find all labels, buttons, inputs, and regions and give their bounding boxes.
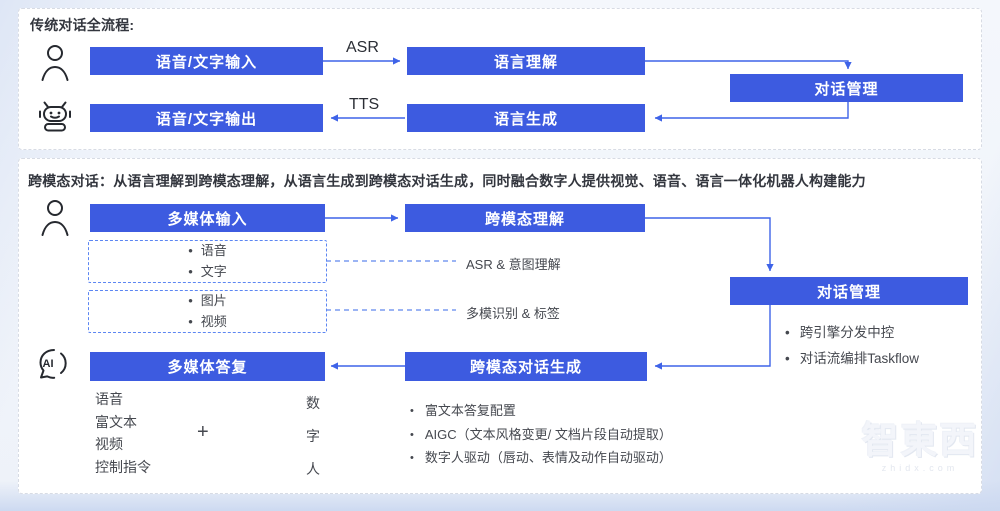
box-crossmodal-generation: 跨模态对话生成 — [405, 352, 647, 381]
box-voice-text-input: 语音/文字输入 — [90, 47, 323, 75]
digital-human-char: 字 — [306, 428, 320, 444]
gen-bullet-richtext: 富文本答复配置 — [410, 400, 516, 419]
digital-human-vertical-label: 数 字 人 — [306, 393, 320, 479]
box-language-generation: 语言生成 — [407, 104, 645, 132]
asr-label: ASR — [346, 39, 379, 56]
reply-item-control: 控制指令 — [95, 458, 151, 475]
label-asr-intent: ASR & 意图理解 — [466, 257, 561, 272]
reply-item-richtext: 富文本 — [95, 413, 137, 430]
slide-canvas: 传统对话全流程: 语音/文字输入 ASR 语言理解 对话管理 语音/文字输出 T… — [0, 0, 1000, 511]
user-icon — [40, 198, 70, 243]
user-icon — [40, 43, 70, 88]
gen-bullet-aigc: AIGC（文本风格变更/ 文档片段自动提取） — [410, 424, 672, 443]
box-dialog-management-top: 对话管理 — [730, 74, 963, 102]
reply-type-list: 语音 富文本 视频 控制指令 — [95, 388, 151, 478]
box-crossmodal-understanding: 跨模态理解 — [405, 204, 645, 232]
dm-bullet-taskflow: 对话流编排Taskflow — [785, 347, 919, 367]
reply-item-voice: 语音 — [95, 391, 123, 407]
input-item-video: 视频 — [188, 313, 227, 332]
input-group-voice-text: 语音 文字 — [88, 240, 327, 283]
input-item-voice: 语音 — [188, 242, 227, 261]
ai-head-icon: AI — [30, 346, 74, 393]
svg-text:AI: AI — [43, 358, 54, 370]
box-language-understanding: 语言理解 — [407, 47, 645, 75]
input-item-text: 文字 — [188, 263, 227, 282]
input-group-image-video: 图片 视频 — [88, 290, 327, 333]
robot-icon — [36, 100, 74, 141]
plus-sign: + — [197, 421, 209, 443]
box-voice-text-output: 语音/文字输出 — [90, 104, 323, 132]
box-multimedia-input: 多媒体输入 — [90, 204, 325, 232]
dm-bullet-dispatch: 跨引擎分发中控 — [785, 321, 895, 341]
input-item-image: 图片 — [188, 292, 227, 311]
tts-label: TTS — [349, 96, 380, 113]
box-dialog-management-bottom: 对话管理 — [730, 277, 968, 305]
box-multimedia-reply: 多媒体答复 — [90, 352, 325, 381]
gen-bullet-dh-drive: 数字人驱动（唇动、表情及动作自动驱动） — [410, 447, 672, 466]
label-multimodal-tag: 多模识别 & 标签 — [466, 306, 560, 321]
digital-human-char: 数 — [306, 395, 320, 411]
digital-human-char: 人 — [306, 461, 320, 477]
reply-item-video: 视频 — [95, 436, 123, 452]
